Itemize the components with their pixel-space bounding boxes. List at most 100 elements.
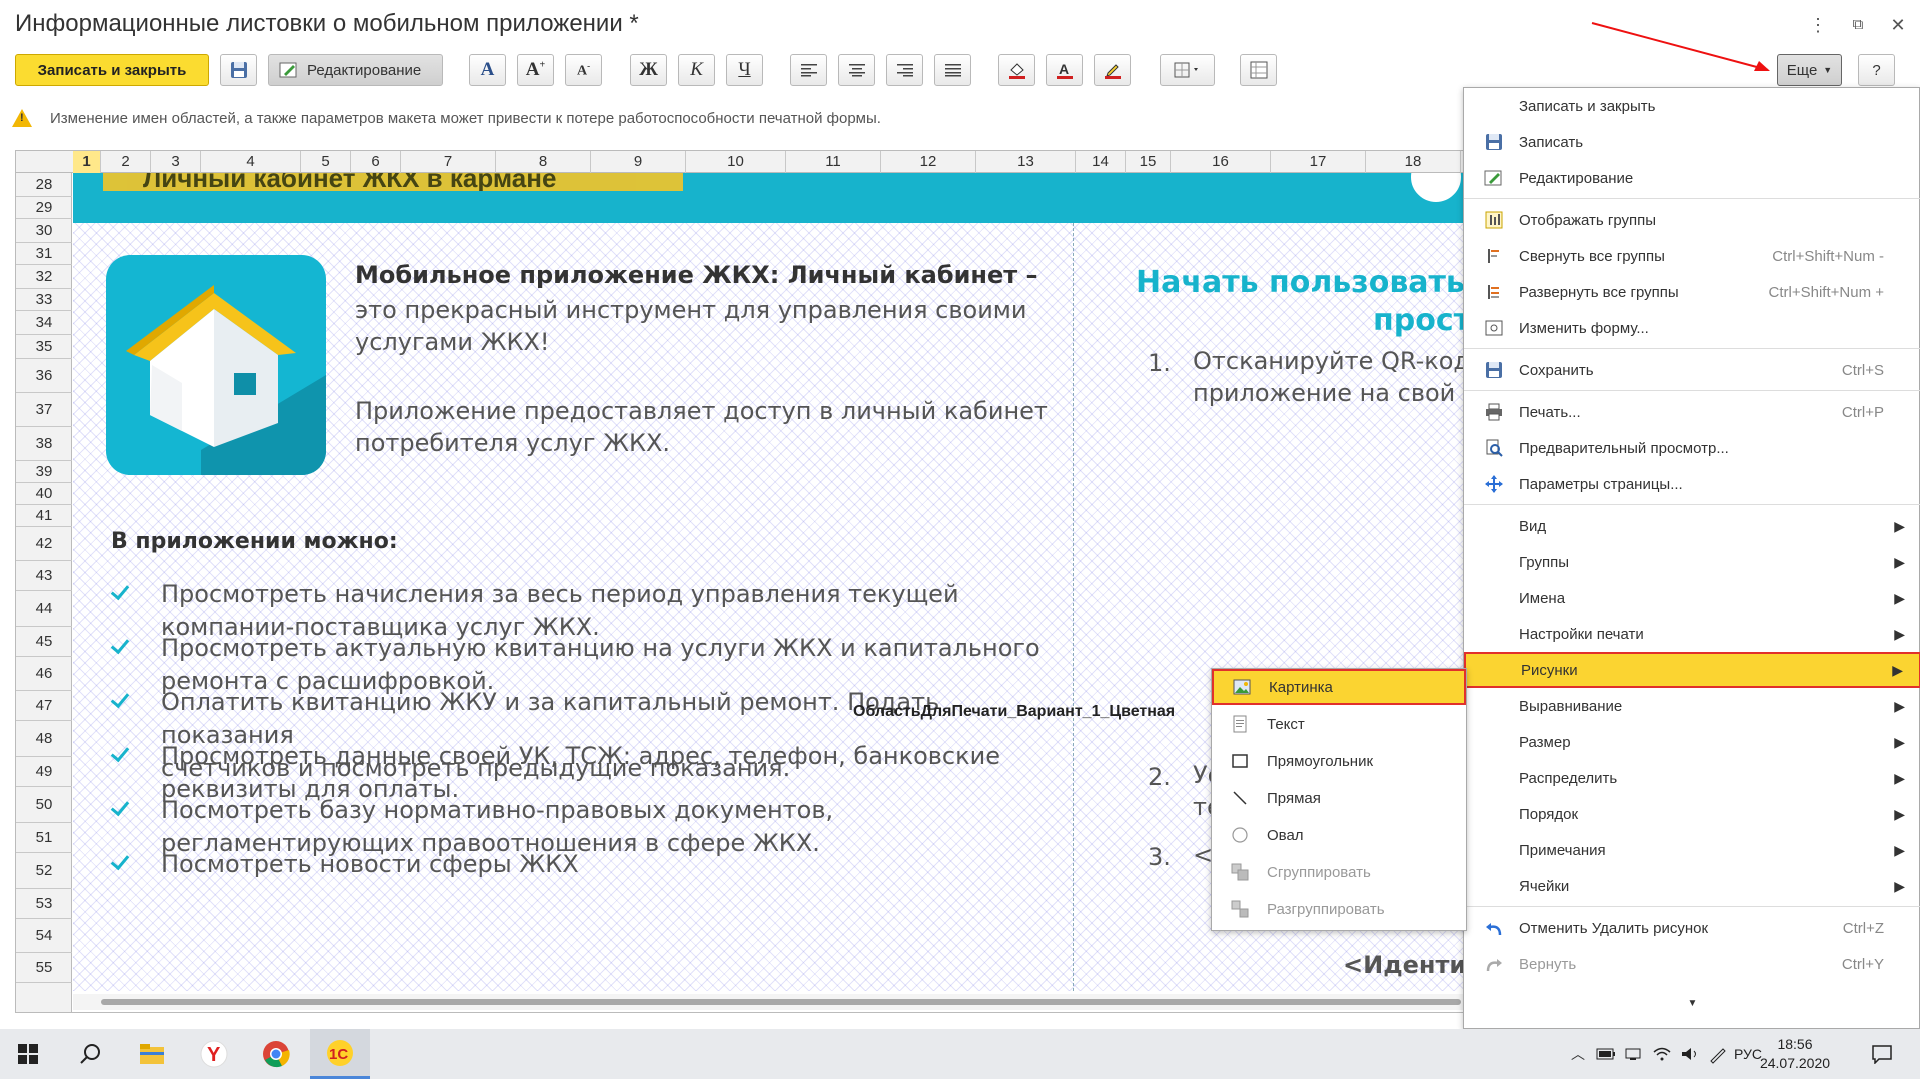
column-header-cell[interactable]: 18 <box>1366 151 1461 173</box>
column-header-cell[interactable]: 9 <box>591 151 686 173</box>
row-header-cell[interactable]: 32 <box>16 265 72 289</box>
column-header-cell[interactable]: 16 <box>1171 151 1271 173</box>
submenu-item[interactable]: Прямая <box>1212 780 1466 816</box>
row-header-cell[interactable]: 31 <box>16 243 72 265</box>
menu-item[interactable]: Настройки печати ▶ <box>1464 616 1920 652</box>
menu-item[interactable]: Вернуть Ctrl+Y <box>1464 946 1920 982</box>
row-header-cell[interactable]: 28 <box>16 173 72 197</box>
menu-item[interactable]: Параметры страницы... <box>1464 466 1920 502</box>
align-justify-button[interactable] <box>934 54 971 86</box>
clock[interactable]: 18:56 24.07.2020 <box>1745 1035 1845 1073</box>
submenu-item[interactable]: Текст <box>1212 706 1466 742</box>
pictures-submenu[interactable]: Картинка Текст Прямоугольник Прямая Овал Сгру… <box>1211 668 1467 931</box>
row-header-cell[interactable]: 42 <box>16 527 72 561</box>
column-header-cell[interactable]: 3 <box>151 151 201 173</box>
column-header-cell[interactable]: 14 <box>1076 151 1126 173</box>
restore-window-icon[interactable]: ⧉ <box>1845 12 1871 38</box>
column-header-cell[interactable]: 6 <box>351 151 401 173</box>
network-icon[interactable] <box>1621 1029 1647 1079</box>
menu-item[interactable]: Развернуть все группы Ctrl+Shift+Num + <box>1464 274 1920 310</box>
borders-dropdown-button[interactable] <box>1160 54 1215 86</box>
column-header-cell[interactable]: 17 <box>1271 151 1366 173</box>
help-button[interactable]: ? <box>1858 54 1895 86</box>
volume-icon[interactable] <box>1677 1029 1703 1079</box>
more-menu[interactable]: Записать и закрыть Записать Редактирование… <box>1463 87 1920 1029</box>
save-and-close-button[interactable]: Записать и закрыть <box>15 54 209 86</box>
tray-chevron-up-icon[interactable]: ︿ <box>1565 1029 1591 1079</box>
row-header-cell[interactable]: 51 <box>16 823 72 853</box>
align-center-button[interactable] <box>838 54 875 86</box>
search-icon[interactable] <box>62 1029 118 1079</box>
row-header-cell[interactable]: 53 <box>16 889 72 919</box>
submenu-item[interactable]: Прямоугольник <box>1212 743 1466 779</box>
row-header-cell[interactable]: 38 <box>16 427 72 461</box>
menu-scroll-down-icon[interactable]: ▼ <box>1464 998 1920 1018</box>
menu-item[interactable]: Записать <box>1464 124 1920 160</box>
1c-icon[interactable]: 1С <box>310 1029 370 1079</box>
row-header-cell[interactable]: 43 <box>16 561 72 591</box>
column-header-cell[interactable]: 15 <box>1126 151 1171 173</box>
row-header-cell[interactable]: 34 <box>16 311 72 335</box>
close-icon[interactable]: ✕ <box>1885 12 1911 38</box>
row-header-cell[interactable]: 37 <box>16 393 72 427</box>
notifications-icon[interactable] <box>1862 1029 1902 1079</box>
menu-item[interactable]: Размер ▶ <box>1464 724 1920 760</box>
column-header-cell[interactable]: 1 <box>73 151 101 173</box>
column-header-cell[interactable]: 11 <box>786 151 881 173</box>
column-header-cell[interactable]: 10 <box>686 151 786 173</box>
chrome-icon[interactable] <box>248 1029 304 1079</box>
row-header-cell[interactable]: 35 <box>16 335 72 359</box>
row-header-cell[interactable]: 36 <box>16 359 72 393</box>
row-header-cell[interactable]: 48 <box>16 721 72 757</box>
row-header-cell[interactable]: 47 <box>16 691 72 721</box>
menu-item[interactable]: Отображать группы <box>1464 202 1920 238</box>
row-header-cell[interactable]: 46 <box>16 657 72 691</box>
menu-item[interactable]: Рисунки ▶ <box>1464 652 1920 688</box>
menu-item[interactable]: Вид ▶ <box>1464 508 1920 544</box>
menu-item[interactable]: Сохранить Ctrl+S <box>1464 352 1920 388</box>
row-header-cell[interactable]: 55 <box>16 953 72 983</box>
bold-button[interactable]: Ж <box>630 54 667 86</box>
menu-item[interactable]: Редактирование <box>1464 160 1920 196</box>
menu-item[interactable]: Имена ▶ <box>1464 580 1920 616</box>
menu-item[interactable]: Порядок ▶ <box>1464 796 1920 832</box>
menu-item[interactable]: Ячейки ▶ <box>1464 868 1920 904</box>
editing-toggle-button[interactable]: Редактирование <box>268 54 443 86</box>
text-color-button[interactable]: A <box>1046 54 1083 86</box>
battery-icon[interactable] <box>1593 1029 1619 1079</box>
column-header-cell[interactable]: 13 <box>976 151 1076 173</box>
column-header-cell[interactable]: 2 <box>101 151 151 173</box>
menu-item[interactable]: Свернуть все группы Ctrl+Shift+Num - <box>1464 238 1920 274</box>
row-header-cell[interactable]: 41 <box>16 505 72 527</box>
underline-button[interactable]: Ч <box>726 54 763 86</box>
row-header-cell[interactable]: 30 <box>16 219 72 243</box>
row-header-cell[interactable]: 40 <box>16 483 72 505</box>
row-header-cell[interactable]: 50 <box>16 787 72 823</box>
menu-item[interactable]: Изменить форму... <box>1464 310 1920 346</box>
menu-item[interactable]: Предварительный просмотр... <box>1464 430 1920 466</box>
menu-item[interactable]: Выравнивание ▶ <box>1464 688 1920 724</box>
house-app-icon[interactable] <box>106 255 326 475</box>
row-header-cell[interactable]: 33 <box>16 289 72 311</box>
menu-item[interactable]: Печать... Ctrl+P <box>1464 394 1920 430</box>
row-header-cell[interactable]: 49 <box>16 757 72 787</box>
fill-color-button[interactable] <box>998 54 1035 86</box>
italic-button[interactable]: К <box>678 54 715 86</box>
border-color-button[interactable] <box>1094 54 1131 86</box>
file-explorer-icon[interactable] <box>124 1029 180 1079</box>
align-left-button[interactable] <box>790 54 827 86</box>
horizontal-scrollbar[interactable] <box>73 994 1464 1010</box>
font-decrease-button[interactable]: A- <box>565 54 602 86</box>
row-header-cell[interactable]: 54 <box>16 919 72 953</box>
more-button[interactable]: Еще ▼ <box>1777 54 1842 86</box>
menu-item[interactable]: Группы ▶ <box>1464 544 1920 580</box>
row-header-cell[interactable]: 44 <box>16 591 72 627</box>
windows-start-icon[interactable] <box>0 1029 56 1079</box>
scrollbar-thumb[interactable] <box>101 999 1461 1005</box>
column-header-cell[interactable]: 12 <box>881 151 976 173</box>
menu-item[interactable]: Распределить ▶ <box>1464 760 1920 796</box>
align-right-button[interactable] <box>886 54 923 86</box>
menu-item[interactable]: Записать и закрыть <box>1464 88 1920 124</box>
font-increase-button[interactable]: A+ <box>517 54 554 86</box>
column-header-cell[interactable]: 5 <box>301 151 351 173</box>
